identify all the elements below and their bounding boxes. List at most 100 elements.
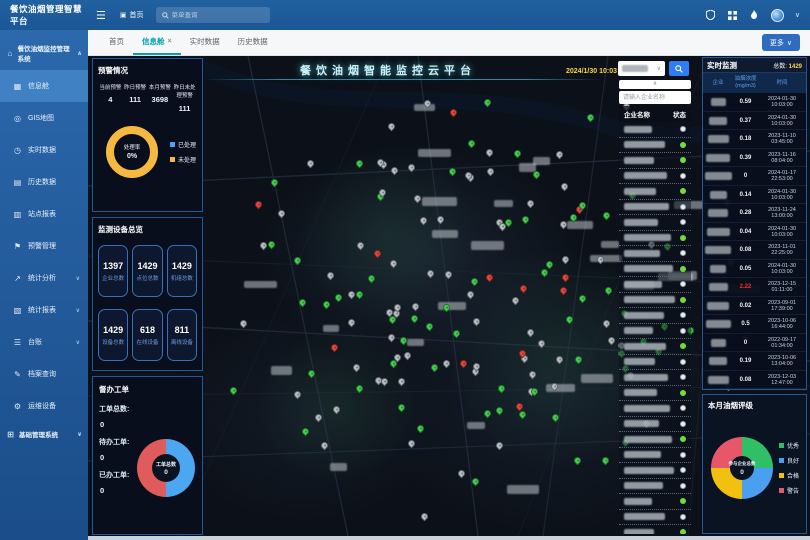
company-row[interactable] xyxy=(619,479,691,495)
menu-search-input[interactable] xyxy=(172,12,262,19)
legend-swatch xyxy=(779,488,784,493)
realtime-row[interactable]: 0.042024-01-30 10:03:00 xyxy=(703,223,806,242)
realtime-row[interactable]: 0.372024-01-30 10:03:00 xyxy=(703,112,806,131)
timestamp: 2022-09-17 01:34:00 xyxy=(758,337,806,349)
status-dot-green xyxy=(680,390,686,396)
sidebar-item-档案查询[interactable]: ✎档案查询 xyxy=(0,358,88,390)
status-dot-gray xyxy=(680,250,686,256)
company-row[interactable] xyxy=(619,494,691,510)
company-row[interactable] xyxy=(619,510,691,526)
realtime-table-header: 企业 油烟浓度 (mg/m3) 时间 xyxy=(703,73,806,93)
company-row[interactable] xyxy=(619,401,691,417)
tab-首页[interactable]: 首页 xyxy=(100,30,133,55)
company-row[interactable] xyxy=(619,339,691,355)
company-row[interactable] xyxy=(619,370,691,386)
company-row[interactable] xyxy=(619,355,691,371)
device-card-企业总数[interactable]: 1397企业总数 xyxy=(98,245,128,297)
company-row[interactable] xyxy=(619,417,691,433)
legend-item: 警告 xyxy=(779,486,799,495)
sidebar-item-台账[interactable]: ☰台账∨ xyxy=(0,326,88,358)
company-row[interactable] xyxy=(619,448,691,464)
search-icon xyxy=(162,12,169,19)
donut-label: 处理率 xyxy=(124,143,141,151)
realtime-row[interactable]: 0.022023-09-01 17:39:00 xyxy=(703,297,806,316)
company-row[interactable] xyxy=(619,231,691,247)
sidebar-item-信息舱[interactable]: ▦信息舱 xyxy=(0,70,88,102)
company-row[interactable] xyxy=(619,138,691,154)
company-row[interactable] xyxy=(619,324,691,340)
breadcrumb[interactable]: ▣ 首页 xyxy=(120,10,144,20)
realtime-row[interactable]: 0.082023-12-03 12:47:00 xyxy=(703,371,806,389)
realtime-row[interactable]: 2.222023-12-15 01:11:00 xyxy=(703,278,806,297)
more-label: 更多 xyxy=(770,38,784,48)
realtime-row[interactable]: 0.192023-10-06 13:04:00 xyxy=(703,352,806,371)
hamburger-menu-icon[interactable]: ☰ xyxy=(96,9,106,22)
flame-icon[interactable] xyxy=(749,10,760,21)
device-card-在线设备[interactable]: 618在线设备 xyxy=(132,309,162,361)
company-row[interactable] xyxy=(619,153,691,169)
realtime-row[interactable]: 0.52023-10-06 16:44:00 xyxy=(703,315,806,334)
company-row[interactable] xyxy=(619,386,691,402)
company-row[interactable] xyxy=(619,200,691,216)
device-card-设备总数[interactable]: 1429设备总数 xyxy=(98,309,128,361)
tab-信息舱[interactable]: 信息舱× xyxy=(133,30,181,55)
device-card-离线设备[interactable]: 811离线设备 xyxy=(167,309,197,361)
status-dot-green xyxy=(680,235,686,241)
status-dot-gray xyxy=(680,126,686,132)
realtime-row[interactable]: 0.052024-01-30 10:03:00 xyxy=(703,260,806,279)
sidebar-item-实时数据[interactable]: ◷实时数据 xyxy=(0,134,88,166)
tab-label: 历史数据 xyxy=(238,36,268,47)
company-row[interactable] xyxy=(619,277,691,293)
realtime-row[interactable]: 0.592024-01-30 10:03:00 xyxy=(703,93,806,112)
more-button[interactable]: 更多 ∨ xyxy=(762,34,800,51)
sidebar-item-预警管理[interactable]: ⚑预警管理 xyxy=(0,230,88,262)
sidebar-item-历史数据[interactable]: ▤历史数据 xyxy=(0,166,88,198)
concentration-value: 0.02 xyxy=(733,303,758,309)
sidebar-item-运维设备[interactable]: ⚙运维设备 xyxy=(0,390,88,422)
company-row[interactable] xyxy=(619,525,691,534)
workorder-panel: 督办工单 工单总数:0待办工单:0已办工单:0 工单总数 0 xyxy=(92,376,203,535)
grid-icon[interactable] xyxy=(727,10,738,21)
sidebar-group-monitor-system[interactable]: ⌂ 餐饮油烟监控管理系统 ∧ xyxy=(0,36,88,70)
company-row[interactable] xyxy=(619,308,691,324)
company-row[interactable] xyxy=(619,293,691,309)
company-row[interactable] xyxy=(619,215,691,231)
tab-历史数据[interactable]: 历史数据 xyxy=(229,30,277,55)
company-name-redacted xyxy=(709,283,728,291)
company-select[interactable]: ∨ xyxy=(618,61,665,76)
sidebar-item-统计报表[interactable]: ▧统计报表∨ xyxy=(0,294,88,326)
status-dot-gray xyxy=(680,405,686,411)
sidebar-item-站点报表[interactable]: ▥站点报表 xyxy=(0,198,88,230)
realtime-row[interactable]: 02022-09-17 01:34:00 xyxy=(703,334,806,353)
realtime-row[interactable]: 0.392023-11-16 08:04:00 xyxy=(703,149,806,168)
map-search-button[interactable] xyxy=(669,61,689,76)
company-row[interactable] xyxy=(619,122,691,138)
device-card-机组总数[interactable]: 1429机组总数 xyxy=(167,245,197,297)
company-name-redacted xyxy=(706,320,731,328)
sidebar-group-base-system[interactable]: ⊞ 基础管理系统 ∨ xyxy=(0,422,88,446)
realtime-row[interactable]: 02024-01-17 22:53:00 xyxy=(703,167,806,186)
tab-实时数据[interactable]: 实时数据 xyxy=(181,30,229,55)
company-row[interactable] xyxy=(619,262,691,278)
sidebar-item-label: GIS地图 xyxy=(28,113,54,123)
company-search-input[interactable] xyxy=(619,91,691,104)
device-card-点位总数[interactable]: 1429点位总数 xyxy=(132,245,162,297)
company-row[interactable] xyxy=(619,463,691,479)
realtime-row[interactable]: 0.282023-11-24 13:00:00 xyxy=(703,204,806,223)
company-row[interactable] xyxy=(619,169,691,185)
sidebar-item-label: 运维设备 xyxy=(28,401,56,411)
company-row[interactable] xyxy=(619,432,691,448)
shield-icon[interactable] xyxy=(705,10,716,21)
user-avatar[interactable] xyxy=(771,9,784,22)
close-icon[interactable]: × xyxy=(168,38,172,45)
sidebar-item-GIS地图[interactable]: ◎GIS地图 xyxy=(0,102,88,134)
realtime-row[interactable]: 0.182023-11-10 03:45:00 xyxy=(703,130,806,149)
realtime-row[interactable]: 0.082023-11-01 22:25:00 xyxy=(703,241,806,260)
chevron-down-icon[interactable]: ∨ xyxy=(795,11,800,19)
company-row[interactable] xyxy=(619,184,691,200)
collapse-bar[interactable]: ∧ xyxy=(619,80,691,89)
legend-label: 未处理 xyxy=(178,155,196,164)
company-row[interactable] xyxy=(619,246,691,262)
sidebar-item-统计分析[interactable]: ↗统计分析∨ xyxy=(0,262,88,294)
realtime-row[interactable]: 0.142024-01-30 10:03:00 xyxy=(703,186,806,205)
